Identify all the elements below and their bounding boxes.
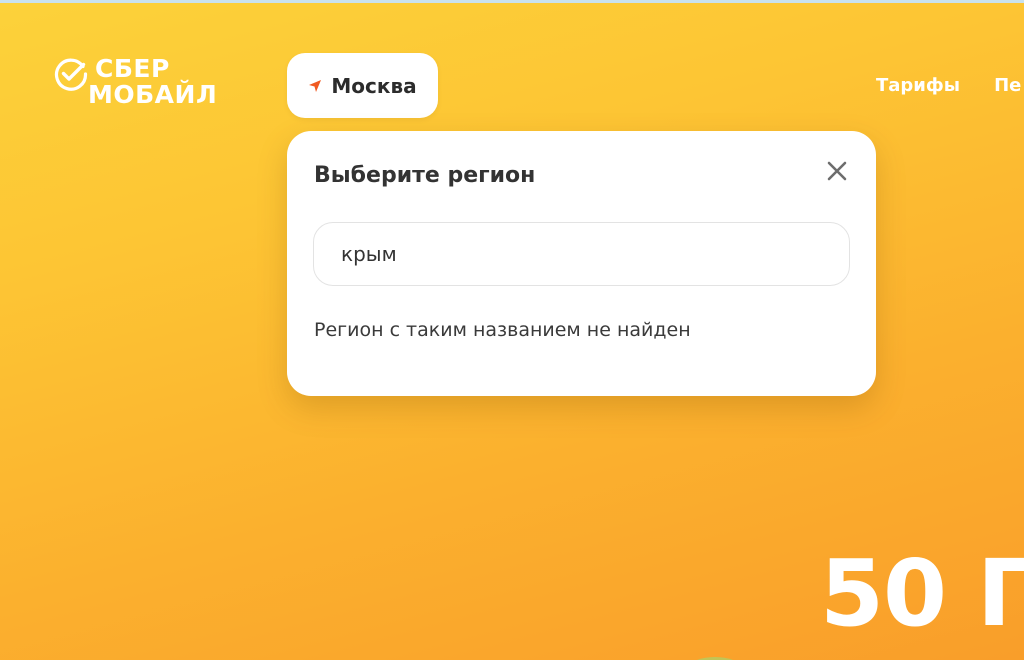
nav-item-next[interactable]: Пе bbox=[994, 75, 1021, 96]
popup-title: Выберите регион bbox=[314, 163, 536, 188]
close-icon bbox=[827, 161, 847, 181]
region-search-field[interactable] bbox=[313, 222, 850, 286]
not-found-message: Регион с таким названием не найден bbox=[314, 319, 691, 341]
sber-mobile-logo[interactable]: СБЕР МОБАЙЛ bbox=[54, 56, 217, 108]
logo-text-line2: МОБАЙЛ bbox=[88, 80, 218, 109]
top-nav: Тарифы Пе bbox=[876, 75, 1021, 96]
close-button[interactable] bbox=[823, 157, 851, 185]
region-select-popup: Выберите регион Регион с таким названием… bbox=[287, 131, 876, 396]
region-search-input[interactable] bbox=[341, 242, 849, 266]
location-arrow-icon bbox=[309, 79, 322, 92]
city-label: Москва bbox=[331, 73, 417, 98]
sber-check-icon bbox=[54, 58, 88, 91]
nav-item-tariffs[interactable]: Тарифы bbox=[876, 75, 960, 96]
logo-text-line1: СБЕР bbox=[95, 54, 170, 83]
city-selector-button[interactable]: Москва bbox=[287, 53, 438, 118]
promo-headline: 50 ГБ bbox=[820, 540, 1024, 647]
